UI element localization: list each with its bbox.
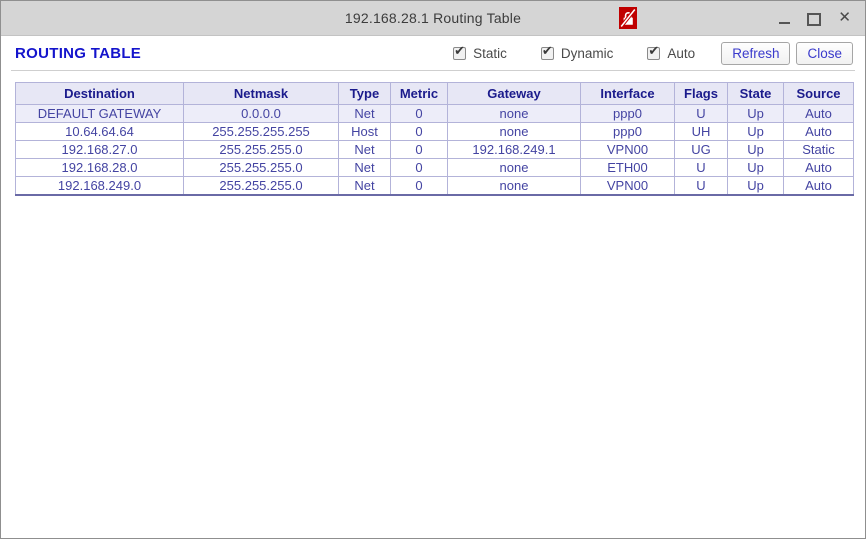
cell-gateway: none: [447, 104, 581, 123]
cell-interface: ETH00: [580, 158, 675, 177]
cell-netmask: 255.255.255.0: [183, 158, 339, 177]
cell-gateway: none: [447, 158, 581, 177]
cell-metric: 0: [390, 140, 448, 159]
cell-type: Net: [338, 158, 391, 177]
cell-gateway: none: [447, 176, 581, 196]
close-window-button[interactable]: ✕: [838, 10, 851, 26]
cell-gateway: 192.168.249.1: [447, 140, 581, 159]
column-header: Source: [783, 82, 854, 105]
cell-netmask: 0.0.0.0: [183, 104, 339, 123]
cell-destination: 192.168.27.0: [15, 140, 184, 159]
cell-flags: U: [674, 176, 728, 196]
toolbar-divider: [11, 70, 855, 71]
filter-checkbox-group[interactable]: ✔ Static: [453, 44, 507, 61]
column-header: Flags: [674, 82, 728, 105]
cell-interface: ppp0: [580, 122, 675, 141]
page-title: ROUTING TABLE: [15, 44, 142, 62]
column-header: State: [727, 82, 784, 105]
cell-type: Host: [338, 122, 391, 141]
minimize-button[interactable]: [779, 10, 791, 26]
cell-destination: DEFAULT GATEWAY: [15, 104, 184, 123]
routing-table-window: 192.168.28.1 Routing Table ✕ ROUTING TAB…: [0, 0, 866, 539]
cell-source: Auto: [783, 158, 854, 177]
routing-table-body: DEFAULT GATEWAY 0.0.0.0 Net 0 none ppp0 …: [15, 104, 854, 196]
cell-interface: VPN00: [580, 140, 675, 159]
table-row: 192.168.27.0 255.255.255.0 Net 0 192.168…: [15, 140, 854, 159]
column-header: Metric: [390, 82, 448, 105]
column-header: Netmask: [183, 82, 339, 105]
cell-state: Up: [727, 176, 784, 196]
cell-source: Static: [783, 140, 854, 159]
filter-checkbox-group[interactable]: ✔ Dynamic: [540, 44, 614, 61]
filter-checkbox-group[interactable]: ✔ Auto: [647, 44, 696, 61]
checkbox-icon[interactable]: ✔: [453, 44, 467, 60]
cell-flags: UG: [674, 140, 728, 159]
cell-interface: ppp0: [580, 104, 675, 123]
cell-metric: 0: [390, 122, 448, 141]
cell-netmask: 255.255.255.0: [183, 140, 339, 159]
column-header: Gateway: [447, 82, 581, 105]
cell-source: Auto: [783, 104, 854, 123]
maximize-button[interactable]: [807, 10, 822, 26]
toolbar: ROUTING TABLE ✔ Static ✔ Dynamic ✔ Auto …: [1, 36, 865, 70]
cell-destination: 192.168.249.0: [15, 176, 184, 196]
window-controls: ✕: [779, 1, 851, 35]
cell-flags: U: [674, 158, 728, 177]
window-title: 192.168.28.1 Routing Table: [344, 10, 522, 26]
cell-type: Net: [338, 104, 391, 123]
cell-gateway: none: [447, 122, 581, 141]
cell-source: Auto: [783, 122, 854, 141]
filter-checkboxes: ✔ Static ✔ Dynamic ✔ Auto: [453, 44, 696, 61]
checkbox-icon[interactable]: ✔: [647, 44, 661, 60]
titlebar: 192.168.28.1 Routing Table ✕: [1, 1, 865, 36]
close-icon: ✕: [838, 9, 851, 26]
cell-destination: 192.168.28.0: [15, 158, 184, 177]
cell-netmask: 255.255.255.0: [183, 176, 339, 196]
cell-destination: 10.64.64.64: [15, 122, 184, 141]
close-button[interactable]: Close: [796, 41, 853, 65]
cell-type: Net: [338, 140, 391, 159]
cell-flags: UH: [674, 122, 728, 141]
table-row: DEFAULT GATEWAY 0.0.0.0 Net 0 none ppp0 …: [15, 104, 854, 123]
cell-type: Net: [338, 176, 391, 196]
cell-flags: U: [674, 104, 728, 123]
cell-interface: VPN00: [580, 176, 675, 196]
table-row: 10.64.64.64 255.255.255.255 Host 0 none …: [15, 122, 854, 141]
insecure-lock-slash-icon: [619, 7, 637, 29]
checkbox-label: Dynamic: [560, 45, 614, 61]
column-header: Destination: [15, 82, 184, 105]
cell-state: Up: [727, 140, 784, 159]
cell-state: Up: [727, 122, 784, 141]
routing-table: Destination Netmask Type Metric Gateway Inter…: [15, 82, 854, 196]
refresh-button[interactable]: Refresh: [721, 41, 791, 65]
cell-metric: 0: [390, 158, 448, 177]
column-header: Interface: [580, 82, 675, 105]
table-header-row: Destination Netmask Type Metric Gateway Inter…: [15, 82, 854, 105]
table-row: 192.168.28.0 255.255.255.0 Net 0 none ET…: [15, 158, 854, 177]
cell-metric: 0: [390, 176, 448, 196]
cell-metric: 0: [390, 104, 448, 123]
maximize-icon: [807, 12, 822, 26]
cell-source: Auto: [783, 176, 854, 196]
checkbox-label: Auto: [667, 45, 696, 61]
minimize-icon: [779, 12, 791, 24]
cell-state: Up: [727, 158, 784, 177]
cell-netmask: 255.255.255.255: [183, 122, 339, 141]
column-header: Type: [338, 82, 391, 105]
checkbox-label: Static: [473, 45, 507, 61]
cell-state: Up: [727, 104, 784, 123]
checkbox-icon[interactable]: ✔: [540, 44, 554, 60]
table-row: 192.168.249.0 255.255.255.0 Net 0 none V…: [15, 176, 854, 196]
